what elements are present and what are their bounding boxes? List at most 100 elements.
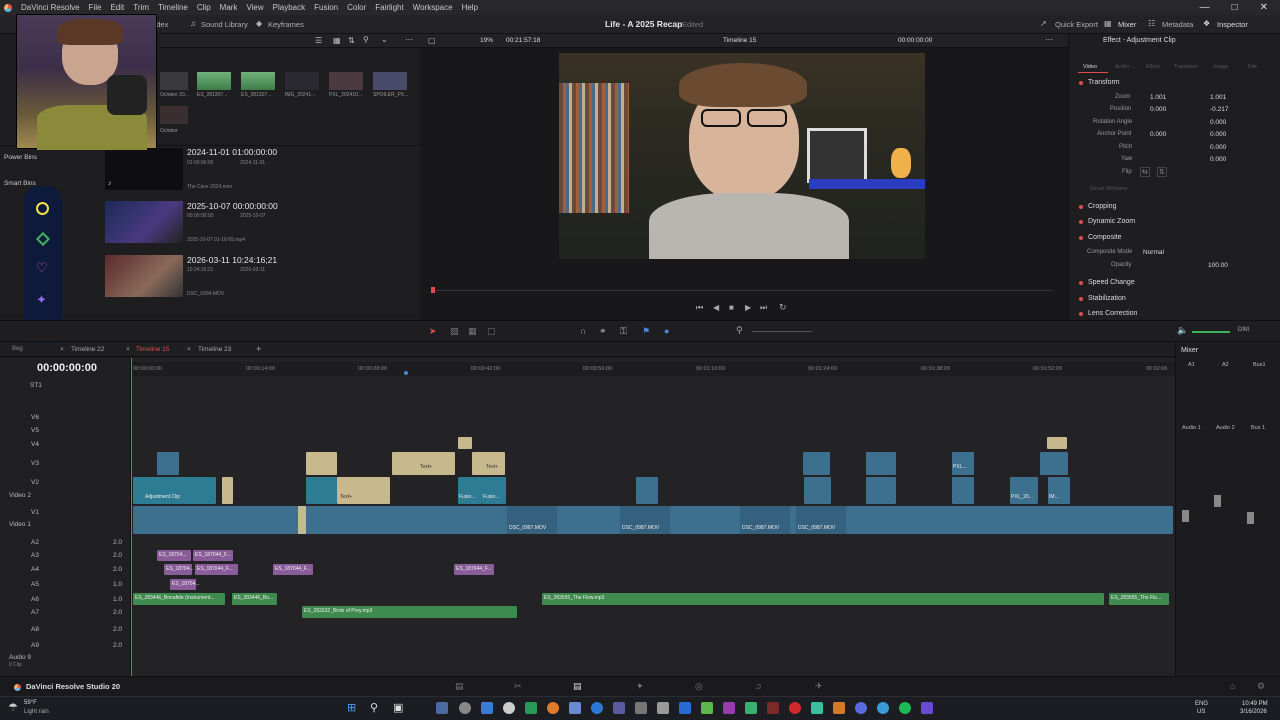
timeline-tab-1[interactable]: Timeline 15	[136, 346, 169, 353]
app-icon[interactable]	[613, 702, 625, 714]
sparkle-icon[interactable]: ✦	[36, 292, 47, 308]
discord-icon[interactable]	[855, 702, 867, 714]
timeline-ruler[interactable]	[131, 362, 1175, 376]
flip-horizontal-icon[interactable]: ⇆	[1140, 167, 1150, 177]
menu-edit[interactable]: Edit	[110, 3, 124, 12]
tab-close-icon[interactable]: ×	[126, 346, 130, 353]
media-row-title-2[interactable]: 2026-03-11 10:24:16;21	[187, 255, 277, 265]
track-v5[interactable]: V5	[31, 427, 39, 434]
clip-title[interactable]	[1047, 437, 1067, 449]
step-back-icon[interactable]: ◀	[713, 303, 719, 312]
start-icon[interactable]: ⊞	[347, 701, 356, 714]
clip-video[interactable]: PXL_20...	[1010, 477, 1038, 504]
track-v2[interactable]: V2	[31, 479, 39, 486]
more-options-icon[interactable]: ⋯	[1045, 35, 1053, 44]
clip-audio[interactable]: ES_187044_F...	[273, 564, 313, 575]
app-icon[interactable]	[459, 702, 471, 714]
app-icon[interactable]	[767, 702, 779, 714]
page-cut-icon[interactable]: ✂	[514, 681, 522, 692]
zoom-out-icon[interactable]: ⚲	[736, 325, 743, 336]
clip-title[interactable]	[298, 506, 306, 534]
dim-button[interactable]: DIM	[1238, 327, 1249, 333]
section-transform[interactable]: Transform	[1079, 76, 1269, 89]
inspector-button[interactable]: Inspector	[1217, 20, 1248, 29]
circle-icon[interactable]	[36, 202, 49, 215]
power-bins-label[interactable]: Power Bins	[4, 154, 37, 161]
zoom-x[interactable]: 1.001	[1150, 94, 1166, 101]
timeline-playhead[interactable]	[131, 358, 132, 676]
clock-time[interactable]: 10:49 PM	[1242, 701, 1268, 707]
composite-mode-select[interactable]: Normal	[1143, 249, 1164, 256]
app-icon[interactable]	[811, 702, 823, 714]
section-stabilization[interactable]: Stabilization	[1079, 292, 1269, 305]
clip-audio[interactable]: ES_18704...	[157, 550, 191, 561]
track-v4[interactable]: V4	[31, 441, 39, 448]
thumb-1[interactable]	[197, 72, 231, 90]
clip-music[interactable]: ES_283332_Birds of Prey.mp3	[302, 606, 517, 618]
menu-color[interactable]: Color	[347, 3, 366, 12]
viewer-zoom[interactable]: 19%	[480, 37, 493, 44]
section-composite[interactable]: Composite	[1079, 231, 1269, 244]
layout-icon[interactable]: ▢	[428, 36, 436, 45]
app-icon[interactable]	[525, 702, 537, 714]
marker-icon[interactable]: ●	[664, 326, 669, 336]
app-icon[interactable]	[877, 702, 889, 714]
lang-primary[interactable]: ENG	[1195, 701, 1208, 707]
opacity-value[interactable]: 100.00	[1208, 262, 1228, 269]
app-icon[interactable]	[789, 702, 801, 714]
media-row-thumb-2[interactable]	[105, 255, 183, 297]
section-cropping[interactable]: Cropping	[1079, 200, 1269, 213]
clip-audio[interactable]: ES_187044_F...	[193, 550, 233, 561]
flip-vertical-icon[interactable]: ⇅	[1157, 167, 1167, 177]
smart-reframe-label[interactable]: Smart Reframe	[1090, 186, 1127, 192]
clip-audio[interactable]: ES_187044_F...	[195, 564, 238, 575]
thumb-2[interactable]	[241, 72, 275, 90]
chevron-down-icon[interactable]: ⌄	[381, 35, 388, 44]
timeline-tab-0[interactable]: Timeline 22	[71, 346, 104, 353]
section-speed-change[interactable]: Speed Change	[1079, 276, 1269, 289]
app-icon[interactable]	[657, 702, 669, 714]
add-tab-icon[interactable]: +	[256, 344, 261, 354]
tab-close-icon[interactable]: ×	[187, 346, 191, 353]
clip-video[interactable]: PXL...	[952, 452, 974, 475]
menu-clip[interactable]: Clip	[197, 3, 211, 12]
tab-effect[interactable]: Effect	[1146, 64, 1160, 70]
blade-tool-icon[interactable]: ▢	[487, 326, 496, 337]
more-options-icon[interactable]: ⋯	[405, 35, 413, 44]
menu-help[interactable]: Help	[462, 3, 478, 12]
rotation-value[interactable]: 0.000	[1210, 119, 1226, 126]
list-view-icon[interactable]: ☰	[315, 36, 322, 45]
thumb-0[interactable]	[160, 72, 188, 90]
media-row-title-1[interactable]: 2025-10-07 00:00:00:00	[187, 201, 278, 211]
tab-video[interactable]: Video	[1083, 64, 1097, 70]
selection-tool-icon[interactable]: ➤	[429, 326, 437, 337]
grid-view-icon[interactable]: ▦	[333, 36, 341, 45]
viewer-timeline-name[interactable]: Timeline 15	[723, 37, 756, 44]
pitch-value[interactable]: 0.000	[1210, 144, 1226, 151]
stop-icon[interactable]: ■	[729, 303, 734, 312]
track-a7[interactable]: A7	[31, 609, 39, 616]
weather-temp[interactable]: 59°F	[24, 700, 37, 706]
menu-fairlight[interactable]: Fairlight	[375, 3, 403, 12]
app-icon[interactable]	[745, 702, 757, 714]
clip-video[interactable]	[866, 452, 896, 475]
menu-mark[interactable]: Mark	[220, 3, 238, 12]
clip-video[interactable]	[636, 477, 658, 504]
menu-workspace[interactable]: Workspace	[413, 3, 453, 12]
minimize-icon[interactable]: —	[1200, 2, 1210, 13]
anchor-y[interactable]: 0.000	[1210, 131, 1226, 138]
timeline-marker[interactable]	[404, 371, 408, 375]
clip-video[interactable]	[866, 477, 896, 504]
snapping-icon[interactable]: ∩	[580, 326, 586, 336]
track-a3[interactable]: A3	[31, 552, 39, 559]
lock-icon[interactable]: ⚿	[620, 326, 627, 337]
track-a9[interactable]: A9	[31, 642, 39, 649]
resolve-taskbar-icon[interactable]	[436, 702, 448, 714]
app-icon[interactable]	[503, 702, 515, 714]
flag-icon[interactable]: ⚑	[642, 326, 650, 337]
section-dynamic-zoom[interactable]: Dynamic Zoom	[1079, 215, 1269, 228]
track-a2[interactable]: A2	[31, 539, 39, 546]
home-icon[interactable]: ⌂	[1230, 681, 1235, 691]
clip-audio[interactable]: ES_18704...	[164, 564, 194, 575]
menu-timeline[interactable]: Timeline	[158, 3, 188, 12]
